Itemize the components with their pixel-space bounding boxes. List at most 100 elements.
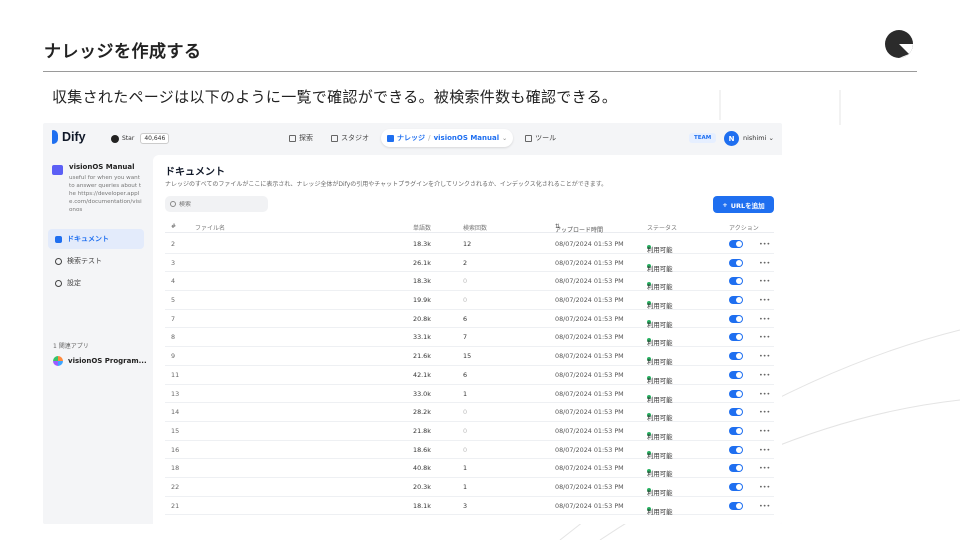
more-options-icon[interactable]: ••• (759, 408, 770, 416)
explore-icon (289, 134, 296, 142)
table-row[interactable]: 2https://developer.apple.com/documentati… (165, 235, 774, 254)
upload-time: 08/07/2024 01:53 PM (555, 408, 624, 417)
row-number: 13 (171, 389, 180, 398)
table-row[interactable]: 3https://developer.apple.com/documentati… (165, 254, 774, 273)
status-text: 利用可能 (647, 414, 673, 423)
table-row[interactable]: 13https://developer.apple.com/documentat… (165, 385, 774, 404)
enable-toggle[interactable] (729, 408, 743, 417)
table-row[interactable]: 4https://developer.apple.com/documentati… (165, 272, 774, 291)
avatar[interactable]: N (724, 131, 739, 146)
more-options-icon[interactable]: ••• (759, 446, 770, 454)
search-input[interactable] (179, 200, 264, 208)
github-star-count: 40,646 (140, 133, 170, 144)
status-text: 利用可能 (647, 246, 673, 254)
table-row[interactable]: 7https://developer.apple.com/documentati… (165, 310, 774, 329)
user-menu[interactable]: nishimi ⌄ (743, 134, 774, 142)
word-count: 33.0k (413, 389, 431, 398)
more-options-icon[interactable]: ••• (759, 390, 770, 398)
search-icon (170, 201, 176, 207)
more-options-icon[interactable]: ••• (759, 371, 770, 379)
sidebar-item-retrieval-test[interactable]: 検索テスト (48, 251, 144, 271)
status-text: 利用可能 (647, 395, 673, 404)
knowledge-card: visionOS Manual useful for when you want… (52, 163, 143, 214)
enable-toggle[interactable] (729, 389, 743, 398)
table-row[interactable]: 15https://developer.apple.com/documentat… (165, 422, 774, 441)
table-row[interactable]: 9https://developer.apple.com/documentati… (165, 347, 774, 366)
enable-toggle[interactable] (729, 352, 743, 361)
more-options-icon[interactable]: ••• (759, 333, 770, 341)
enable-toggle[interactable] (729, 240, 743, 248)
nav-knowledge[interactable]: ナレッジ / visionOS Manual ⌄ (381, 129, 514, 147)
status-text: 利用可能 (647, 302, 673, 311)
table-row[interactable]: 16https://developer.apple.com/documentat… (165, 441, 774, 460)
add-url-button[interactable]: + URLを追加 (713, 196, 774, 213)
enable-toggle[interactable] (729, 370, 743, 379)
table-row[interactable]: 22https://developer.apple.com/documentat… (165, 478, 774, 497)
table-row[interactable]: 5https://developer.apple.com/documentati… (165, 291, 774, 310)
tools-icon (525, 134, 533, 142)
search-box[interactable] (165, 196, 268, 212)
related-app-item[interactable]: visionOS Program... (53, 356, 147, 366)
more-options-icon[interactable]: ••• (759, 464, 770, 472)
dify-logo[interactable]: Dify (52, 130, 86, 144)
enable-toggle[interactable] (729, 277, 743, 286)
upload-time: 08/07/2024 01:53 PM (555, 296, 624, 305)
enable-toggle[interactable] (729, 464, 743, 473)
word-count: 28.2k (413, 408, 431, 417)
enable-toggle[interactable] (729, 501, 743, 510)
enable-toggle[interactable] (729, 426, 743, 435)
enable-toggle[interactable] (729, 333, 743, 342)
plus-icon: + (722, 200, 728, 209)
enable-toggle[interactable] (729, 296, 743, 305)
page-description: ナレッジのすべてのファイルがここに表示され、ナレッジ全体がDifyの引用やチャッ… (165, 181, 608, 188)
upload-time: 08/07/2024 01:53 PM (555, 482, 624, 491)
row-number: 9 (171, 352, 176, 361)
table-row[interactable]: 8https://developer.apple.com/documentati… (165, 328, 774, 347)
knowledge-title: visionOS Manual (69, 163, 135, 171)
nav-studio[interactable]: スタジオ (325, 129, 375, 147)
nav-separator: / (428, 134, 431, 142)
hit-count: 0 (463, 296, 468, 305)
word-count: 26.1k (413, 258, 431, 267)
table-header: # ファイル名 単語数 検索回数 アップロード時間 ⇅ ステータス アクション (165, 221, 774, 234)
nav-explore[interactable]: 探索 (283, 129, 319, 147)
more-options-icon[interactable]: ••• (759, 483, 770, 491)
enable-toggle[interactable] (729, 482, 743, 491)
table-row[interactable]: 21https://developer.apple.com/documentat… (165, 497, 774, 516)
word-count: 21.8k (413, 426, 431, 435)
col-upload-time[interactable]: アップロード時間 ⇅ (555, 223, 603, 234)
enable-toggle[interactable] (729, 445, 743, 454)
sidebar-item-documents[interactable]: ドキュメント (48, 229, 144, 249)
nav-tools[interactable]: ツール (519, 129, 562, 147)
enable-toggle[interactable] (729, 258, 743, 267)
more-options-icon[interactable]: ••• (759, 296, 770, 304)
hit-count: 7 (463, 333, 468, 342)
more-options-icon[interactable]: ••• (759, 352, 770, 360)
table-row[interactable]: 18https://developer.apple.com/documentat… (165, 459, 774, 478)
documents-panel: ドキュメント ナレッジのすべてのファイルがここに表示され、ナレッジ全体がDify… (153, 155, 782, 524)
row-number: 2 (171, 240, 176, 248)
more-options-icon[interactable]: ••• (759, 259, 770, 267)
row-number: 22 (171, 482, 180, 491)
add-url-label: URLを追加 (730, 201, 765, 210)
nav-explore-label: 探索 (299, 134, 313, 142)
enable-toggle[interactable] (729, 314, 743, 323)
github-star-button[interactable]: Star 40,646 (111, 133, 170, 144)
hit-count: 0 (463, 277, 468, 286)
table-row[interactable]: 14https://developer.apple.com/documentat… (165, 403, 774, 422)
more-options-icon[interactable]: ••• (759, 315, 770, 323)
sidebar-item-settings[interactable]: 設定 (48, 273, 144, 293)
more-options-icon[interactable]: ••• (759, 277, 770, 285)
status-text: 利用可能 (647, 264, 673, 273)
sidebar-item-label: 設定 (67, 279, 81, 287)
more-options-icon[interactable]: ••• (759, 502, 770, 510)
more-options-icon[interactable]: ••• (759, 427, 770, 435)
documents-table: 2https://developer.apple.com/documentati… (165, 235, 774, 516)
upload-time: 08/07/2024 01:53 PM (555, 333, 624, 342)
table-row[interactable]: 11https://developer.apple.com/documentat… (165, 366, 774, 385)
top-bar: Dify Star 40,646 探索 スタジオ ナレッジ / visionOS… (43, 123, 782, 155)
studio-icon (331, 134, 338, 142)
more-options-icon[interactable]: ••• (759, 240, 770, 248)
col-action: アクション (729, 225, 759, 232)
dify-screenshot: Dify Star 40,646 探索 スタジオ ナレッジ / visionOS… (43, 123, 782, 524)
